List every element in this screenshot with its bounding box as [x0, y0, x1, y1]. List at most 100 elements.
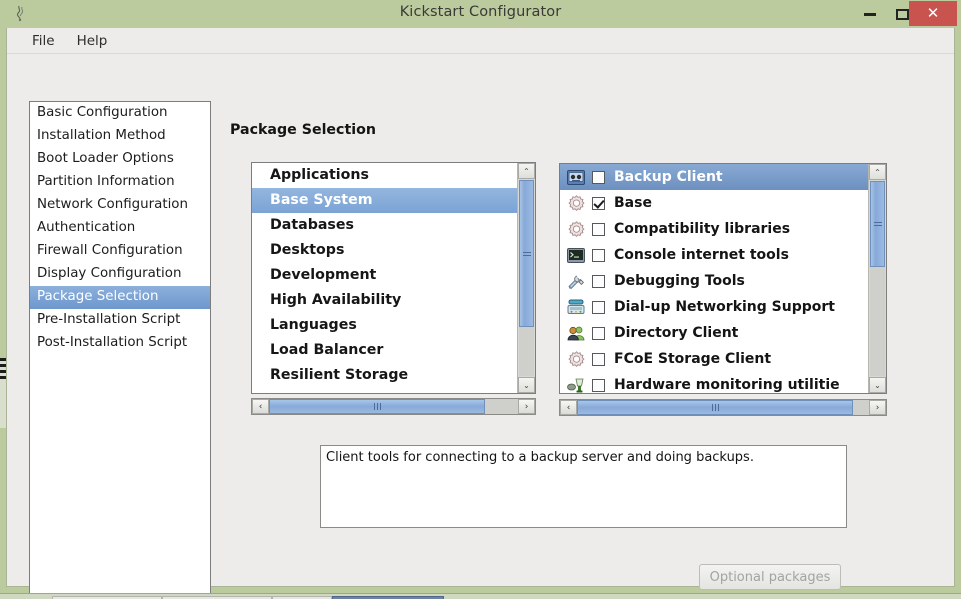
sidebar-item-display-configuration[interactable]: Display Configuration	[30, 263, 210, 286]
users-icon	[566, 324, 586, 342]
category-list-items: Applications Base System Databases Deskt…	[252, 163, 535, 393]
scroll-left-icon[interactable]: ‹	[252, 399, 269, 414]
scroll-right-icon[interactable]: ›	[869, 400, 886, 415]
category-scroll-track[interactable]	[519, 180, 534, 376]
category-row-resilient-storage[interactable]: Resilient Storage	[252, 363, 535, 388]
telephone-icon	[566, 298, 586, 316]
sidebar-item-basic-configuration[interactable]: Basic Configuration	[30, 102, 210, 125]
package-row-hardware-monitoring-utilities[interactable]: Hardware monitoring utilitie	[560, 372, 886, 393]
close-button[interactable]: ✕	[909, 1, 957, 26]
tools-icon	[566, 272, 586, 290]
package-list[interactable]: Backup Client Base Compatibility librari…	[559, 163, 887, 394]
category-row-databases[interactable]: Databases	[252, 213, 535, 238]
package-checkbox-hardware-monitoring-utilities[interactable]	[592, 378, 605, 392]
sidebar-item-partition-information[interactable]: Partition Information	[30, 171, 210, 194]
package-row-backup-client[interactable]: Backup Client	[560, 164, 886, 190]
package-checkbox-backup-client[interactable]	[592, 170, 605, 184]
category-scroll-thumb[interactable]	[519, 180, 534, 327]
category-row-base-system[interactable]: Base System	[252, 188, 535, 213]
package-row-debugging-tools[interactable]: Debugging Tools	[560, 268, 886, 294]
category-row-desktops[interactable]: Desktops	[252, 238, 535, 263]
title-bar[interactable]: Kickstart Configurator ✕	[0, 0, 961, 28]
package-checkbox-fcoe-storage-client[interactable]	[592, 352, 605, 366]
package-label: Console internet tools	[614, 247, 789, 263]
category-hscroll-thumb[interactable]	[269, 399, 485, 414]
sidebar-item-network-configuration[interactable]: Network Configuration	[30, 194, 210, 217]
package-row-console-internet-tools[interactable]: Console internet tools	[560, 242, 886, 268]
window-body: Basic Configuration Installation Method …	[7, 54, 954, 595]
package-row-dial-up-networking-support[interactable]: Dial-up Networking Support	[560, 294, 886, 320]
package-vertical-scrollbar[interactable]: ⌃ ⌄	[868, 164, 886, 393]
kickstart-configurator-window: File Help Basic Configuration Installati…	[6, 0, 955, 595]
scroll-left-icon[interactable]: ‹	[560, 400, 577, 415]
package-label: FCoE Storage Client	[614, 351, 772, 367]
minimize-button[interactable]	[854, 0, 886, 28]
grip-icon	[873, 220, 882, 228]
package-label: Backup Client	[614, 169, 723, 185]
menubar: File Help	[7, 28, 954, 54]
gear-icon	[566, 350, 586, 368]
package-label: Dial-up Networking Support	[614, 299, 835, 315]
package-hscroll-thumb[interactable]	[577, 400, 853, 415]
sidebar-item-pre-installation-script[interactable]: Pre-Installation Script	[30, 309, 210, 332]
grip-icon	[522, 250, 531, 258]
terminal-icon	[566, 246, 586, 264]
category-row-development[interactable]: Development	[252, 263, 535, 288]
sidebar-item-boot-loader-options[interactable]: Boot Loader Options	[30, 148, 210, 171]
category-hscroll-track[interactable]	[269, 399, 518, 414]
package-row-fcoe-storage-client[interactable]: FCoE Storage Client	[560, 346, 886, 372]
grip-icon	[711, 404, 719, 411]
gear-icon	[566, 194, 586, 212]
package-row-compatibility-libraries[interactable]: Compatibility libraries	[560, 216, 886, 242]
scroll-right-icon[interactable]: ›	[518, 399, 535, 414]
category-list[interactable]: Applications Base System Databases Deskt…	[251, 162, 536, 394]
sidebar-item-firewall-configuration[interactable]: Firewall Configuration	[30, 240, 210, 263]
navigation-sidebar[interactable]: Basic Configuration Installation Method …	[29, 101, 211, 595]
category-row-applications[interactable]: Applications	[252, 163, 535, 188]
package-scroll-track[interactable]	[870, 181, 885, 376]
scroll-up-icon[interactable]: ⌃	[518, 163, 535, 179]
category-row-languages[interactable]: Languages	[252, 313, 535, 338]
package-checkbox-dial-up-networking-support[interactable]	[592, 300, 605, 314]
scroll-down-icon[interactable]: ⌄	[869, 377, 886, 393]
window-title: Kickstart Configurator	[399, 4, 562, 20]
hardware-monitor-icon	[566, 376, 586, 393]
tape-drive-icon	[566, 168, 586, 186]
package-description-box: Client tools for connecting to a backup …	[320, 445, 847, 528]
package-checkbox-console-internet-tools[interactable]	[592, 248, 605, 262]
package-horizontal-scrollbar[interactable]: ‹ ›	[559, 399, 887, 416]
package-row-base[interactable]: Base	[560, 190, 886, 216]
package-hscroll-track[interactable]	[577, 400, 869, 415]
package-label: Directory Client	[614, 325, 739, 341]
package-label: Base	[614, 195, 652, 211]
package-checkbox-base[interactable]	[592, 196, 605, 210]
scroll-down-icon[interactable]: ⌄	[518, 377, 535, 393]
menu-help[interactable]: Help	[66, 30, 119, 52]
maximize-icon	[895, 8, 909, 20]
category-row-high-availability[interactable]: High Availability	[252, 288, 535, 313]
package-checkbox-compatibility-libraries[interactable]	[592, 222, 605, 236]
package-description-text: Client tools for connecting to a backup …	[326, 450, 754, 465]
sidebar-item-post-installation-script[interactable]: Post-Installation Script	[30, 332, 210, 355]
scroll-up-icon[interactable]: ⌃	[869, 164, 886, 180]
close-icon: ✕	[926, 4, 940, 22]
sidebar-item-installation-method[interactable]: Installation Method	[30, 125, 210, 148]
package-scroll-thumb[interactable]	[870, 181, 885, 267]
optional-packages-button[interactable]: Optional packages	[699, 564, 841, 590]
menu-file[interactable]: File	[21, 30, 66, 52]
taskbar[interactable]	[0, 593, 961, 599]
package-label: Compatibility libraries	[614, 221, 791, 237]
sidebar-item-package-selection[interactable]: Package Selection	[30, 286, 210, 309]
category-row-load-balancer[interactable]: Load Balancer	[252, 338, 535, 363]
category-vertical-scrollbar[interactable]: ⌃ ⌄	[517, 163, 535, 393]
package-label: Hardware monitoring utilitie	[614, 377, 840, 393]
sidebar-item-authentication[interactable]: Authentication	[30, 217, 210, 240]
package-label: Debugging Tools	[614, 273, 745, 289]
package-list-items: Backup Client Base Compatibility librari…	[560, 164, 886, 393]
package-checkbox-debugging-tools[interactable]	[592, 274, 605, 288]
category-horizontal-scrollbar[interactable]: ‹ ›	[251, 398, 536, 415]
package-checkbox-directory-client[interactable]	[592, 326, 605, 340]
package-row-directory-client[interactable]: Directory Client	[560, 320, 886, 346]
desktop-background: File Help Basic Configuration Installati…	[0, 0, 961, 599]
minimize-icon	[864, 12, 876, 16]
